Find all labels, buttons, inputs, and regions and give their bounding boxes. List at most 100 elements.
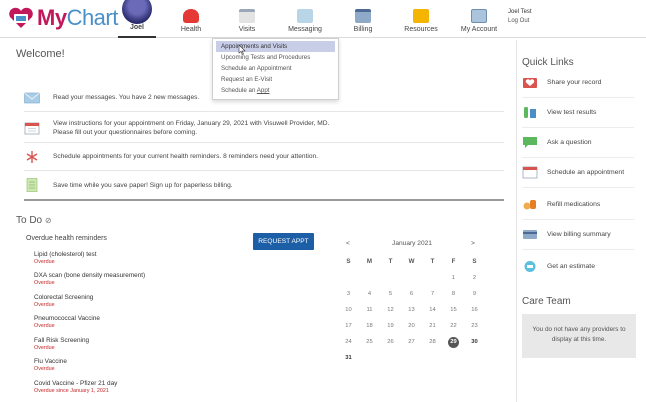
message-row-paperless[interactable]: Save time while you save paper! Sign up …	[24, 171, 504, 201]
calendar-day-number: 1	[451, 275, 456, 281]
app-header: MyChart Joel Health Visits Messaging Bil…	[0, 0, 646, 38]
calendar-day[interactable]: 18	[359, 318, 380, 334]
calendar-day[interactable]: 25	[359, 334, 380, 350]
calendar-day[interactable]: 5	[380, 286, 401, 302]
quick-link-test-results[interactable]: View test results	[522, 98, 634, 128]
menu-item-upcoming-tests[interactable]: Upcoming Tests and Procedures	[216, 52, 335, 63]
message-text: Read your messages. You have 2 new messa…	[53, 94, 200, 101]
calendar-next-button[interactable]: >	[471, 240, 475, 247]
calendar-day[interactable]: 24	[338, 334, 359, 350]
calendar-day[interactable]: 27	[401, 334, 422, 350]
reminder-item[interactable]: Colorectal Screening Overdue	[34, 293, 234, 309]
message-text: View instructions for your appointment o…	[53, 119, 329, 137]
nav-label: Joel	[129, 24, 144, 31]
quick-link-schedule-appointment[interactable]: Schedule an appointment	[522, 158, 634, 188]
nav-billing[interactable]: Billing	[334, 0, 392, 38]
calendar-day[interactable]: 3	[338, 286, 359, 302]
quick-link-refill-medications[interactable]: Refill medications	[522, 190, 634, 220]
calendar-day[interactable]: 19	[380, 318, 401, 334]
calendar-day-number: 10	[345, 307, 352, 313]
reminder-name: Colorectal Screening	[34, 294, 94, 301]
quick-link-ask-question[interactable]: Ask a question	[522, 128, 634, 158]
calendar-day[interactable]: 31	[338, 350, 359, 366]
menu-item-request-evisit[interactable]: Request an E-Visit	[216, 74, 335, 85]
nav-label: My Account	[460, 26, 498, 33]
nav-my-account[interactable]: My Account	[450, 0, 508, 38]
care-team-empty-line-1: You do not have any providers to	[532, 326, 626, 333]
calendar-day[interactable]: 29	[443, 334, 464, 350]
quick-link-billing-summary[interactable]: View billing summary	[522, 220, 634, 250]
message-row-reminders[interactable]: Schedule appointments for your current h…	[24, 143, 504, 171]
reminder-item[interactable]: Covid Vaccine - Pfizer 21 day Overdue si…	[34, 379, 234, 395]
calendar-day-number: 18	[366, 323, 373, 329]
calendar-day[interactable]: 8	[443, 286, 464, 302]
nav-joel[interactable]: Joel	[118, 0, 156, 38]
calendar-day[interactable]: 13	[401, 302, 422, 318]
reminder-item[interactable]: DXA scan (bone density measurement) Over…	[34, 271, 234, 287]
heart-logo-icon	[8, 7, 34, 29]
message-text: Schedule appointments for your current h…	[53, 153, 318, 160]
calendar-day-number: 28	[429, 339, 436, 345]
calendar-day[interactable]: 23	[464, 318, 485, 334]
calendar-day-number: 4	[367, 291, 372, 297]
request-appt-button[interactable]: REQUEST APPT	[253, 233, 314, 250]
paper-icon	[26, 178, 38, 192]
welcome-heading: Welcome!	[16, 48, 65, 60]
reminder-item[interactable]: Flu Vaccine Overdue	[34, 357, 234, 373]
calendar-week-row: 12	[338, 270, 486, 286]
calendar-day[interactable]: 2	[464, 270, 485, 286]
calendar-day[interactable]: 20	[401, 318, 422, 334]
calendar-day[interactable]: 4	[359, 286, 380, 302]
mychart-logo[interactable]: MyChart	[8, 4, 118, 32]
calendar-day[interactable]: 11	[359, 302, 380, 318]
calendar-day-number: 7	[430, 291, 435, 297]
nav-messaging[interactable]: Messaging	[276, 0, 334, 38]
logo-text-chart: Chart	[66, 5, 119, 30]
calendar-week-row: 17 18 19 20 21 22 23	[338, 318, 486, 334]
calendar-day[interactable]: 30	[464, 334, 485, 350]
calendar-day-number: 11	[366, 307, 373, 313]
calendar-day[interactable]: 7	[422, 286, 443, 302]
chat-bubble-icon	[523, 137, 537, 148]
calendar-day[interactable]: 14	[422, 302, 443, 318]
reminder-status: Overdue	[34, 280, 55, 286]
calendar-day-number: 19	[387, 323, 394, 329]
calendar-day[interactable]: 28	[422, 334, 443, 350]
message-line-2: Please fill out your questionnaires befo…	[53, 128, 198, 136]
menu-item-schedule-appointment[interactable]: Schedule an Appointment	[216, 63, 335, 74]
calendar-weekday-row: S M T W T F S	[338, 254, 486, 270]
calendar-day[interactable]: 1	[443, 270, 464, 286]
nav-label: Billing	[353, 26, 373, 33]
calendar-day[interactable]: 17	[338, 318, 359, 334]
calendar-week-row: 31	[338, 350, 486, 366]
menu-item-appointments-and-visits[interactable]: Appointments and Visits	[216, 41, 335, 52]
quick-link-share-record[interactable]: Share your record	[522, 68, 634, 98]
pill-icon	[523, 200, 536, 210]
calendar-day[interactable]: 26	[380, 334, 401, 350]
weekday-label: T	[430, 258, 435, 265]
nav-visits[interactable]: Visits	[218, 0, 276, 38]
calendar-day[interactable]: 15	[443, 302, 464, 318]
calendar-day[interactable]: 16	[464, 302, 485, 318]
calendar-day[interactable]: 10	[338, 302, 359, 318]
menu-item-schedule-appt[interactable]: Schedule an Appt	[216, 85, 335, 96]
reminder-item[interactable]: Fall Risk Screening Overdue	[34, 336, 234, 352]
calendar-day[interactable]: 22	[443, 318, 464, 334]
calendar-day-number: 15	[450, 307, 457, 313]
weekday-label: W	[408, 258, 415, 265]
calendar-day[interactable]: 6	[401, 286, 422, 302]
calendar-day-number: 8	[451, 291, 456, 297]
nav-health[interactable]: Health	[164, 0, 218, 38]
quick-link-get-estimate[interactable]: Get an estimate	[522, 251, 634, 281]
quick-link-label: Ask a question	[547, 139, 592, 146]
calendar-day[interactable]: 12	[380, 302, 401, 318]
nav-resources[interactable]: Resources	[392, 0, 450, 38]
reminder-item[interactable]: Lipid (cholesterol) test Overdue	[34, 250, 234, 266]
calendar-empty-cell	[443, 350, 464, 366]
calendar-day[interactable]: 21	[422, 318, 443, 334]
hide-icon[interactable]: ⊘	[45, 216, 52, 225]
message-row-appointment[interactable]: View instructions for your appointment o…	[24, 113, 504, 143]
logout-link[interactable]: Log Out	[508, 17, 532, 26]
calendar-day[interactable]: 9	[464, 286, 485, 302]
reminder-item[interactable]: Pneumococcal Vaccine Overdue	[34, 314, 234, 330]
